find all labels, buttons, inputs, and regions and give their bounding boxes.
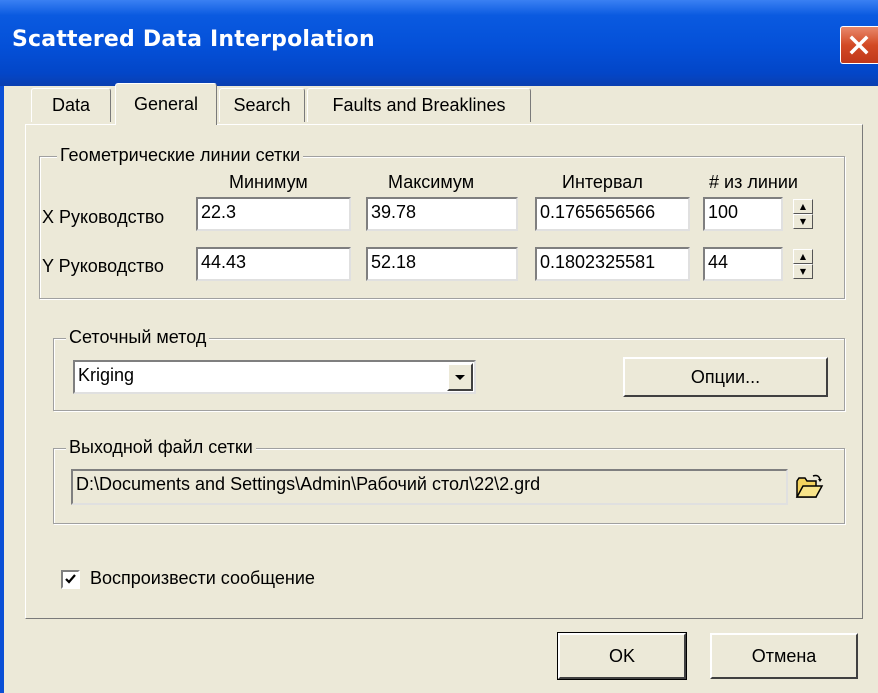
spin-up-icon[interactable]: ▲ [793,249,813,264]
grid-method-legend: Сеточный метод [66,327,210,348]
x-max-field[interactable]: 39.78 [366,197,518,231]
tab-search[interactable]: Search [219,88,305,122]
spin-down-icon[interactable]: ▼ [793,214,813,229]
title-bar[interactable]: Scattered Data Interpolation [0,0,878,86]
chevron-down-icon [455,375,465,380]
y-max-field[interactable]: 52.18 [366,247,518,281]
tab-data[interactable]: Data [31,88,111,122]
tab-label: Data [51,95,91,115]
grid-method-select[interactable]: Kriging [73,360,476,394]
general-tab-panel: Геометрические линии сетки Минимум Макси… [25,124,863,619]
spin-up-icon[interactable]: ▲ [793,199,813,214]
tab-label: General [133,94,199,114]
tab-faults-breaklines[interactable]: Faults and Breaklines [307,88,531,122]
report-checkbox[interactable] [61,570,80,589]
browse-button[interactable] [794,473,824,501]
header-max: Максимум [388,172,475,192]
y-count-spinner[interactable]: ▲ ▼ [793,249,813,279]
window-frame [0,86,4,693]
y-min-field[interactable]: 44.43 [196,247,351,281]
report-label[interactable]: Воспроизвести сообщение [90,568,315,589]
y-count-field[interactable]: 44 [703,247,783,281]
output-file-legend: Выходной файл сетки [66,437,256,458]
tab-label: Search [233,95,291,115]
x-min-field[interactable]: 22.3 [196,197,351,231]
cancel-button[interactable]: Отмена [710,633,858,679]
window-title: Scattered Data Interpolation [12,27,375,52]
grid-method-dropdown-button[interactable] [447,363,473,391]
grid-method-value: Kriging [78,365,135,385]
tab-label: Faults and Breaklines [332,95,506,115]
folder-open-icon [795,474,824,498]
tab-general[interactable]: General [115,83,217,125]
output-file-path-field[interactable]: D:\Documents and Settings\Admin\Рабочий … [71,469,788,505]
x-count-field[interactable]: 100 [703,197,783,231]
y-interval-field[interactable]: 0.1802325581 [535,247,690,281]
header-count: # из линии [709,172,798,192]
grid-lines-legend: Геометрические линии сетки [57,145,304,166]
ok-button[interactable]: OK [557,632,687,680]
x-count-spinner[interactable]: ▲ ▼ [793,199,813,229]
x-interval-field[interactable]: 0.1765656566 [535,197,690,231]
y-direction-label: Y Руководство [42,256,164,276]
spin-down-icon[interactable]: ▼ [793,264,813,279]
options-button[interactable]: Опции... [623,357,828,397]
close-icon [849,35,869,55]
header-min: Минимум [229,172,308,192]
header-interval: Интервал [562,172,643,192]
x-direction-label: X Руководство [42,207,165,227]
close-button[interactable] [840,26,878,64]
checkmark-icon [65,574,76,584]
